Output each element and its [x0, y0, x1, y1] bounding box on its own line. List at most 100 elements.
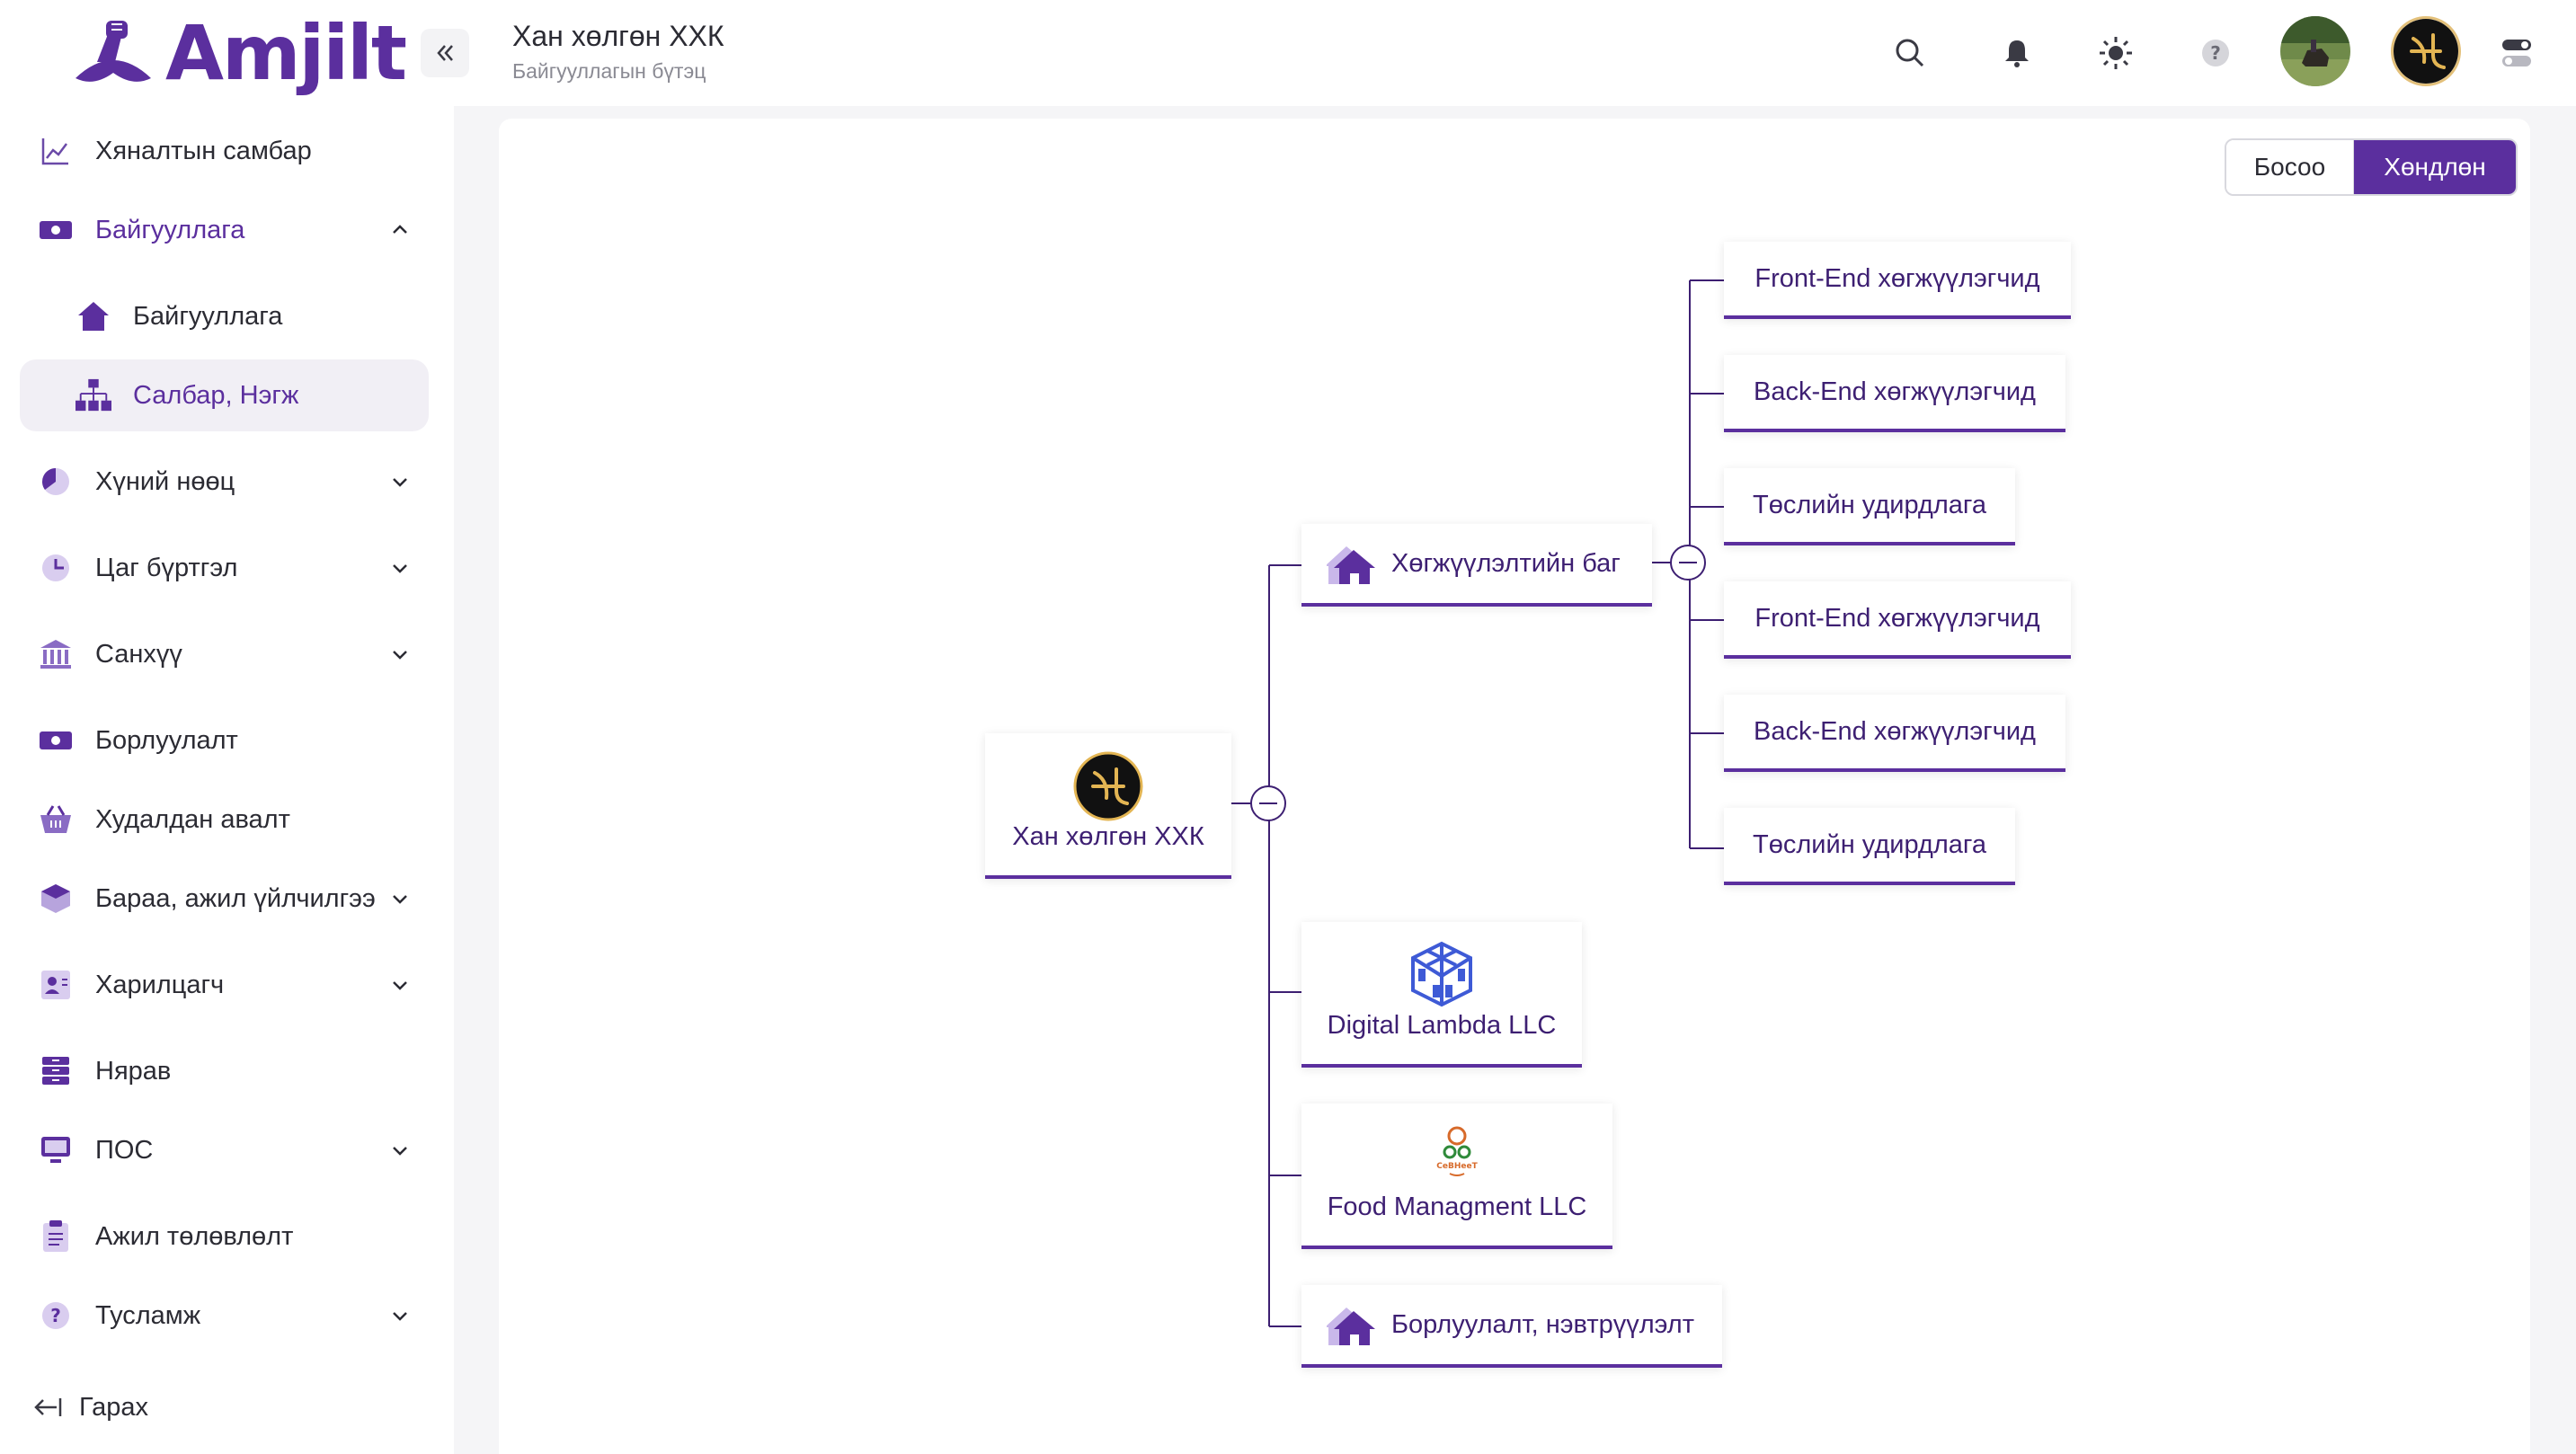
org-node-root[interactable]: Хан хөлгөн ХХК — [985, 733, 1231, 879]
toggle-switch-icon — [2502, 40, 2531, 66]
home-icon — [1327, 1308, 1375, 1345]
sidebar-item-finance[interactable]: Санхүү — [20, 618, 429, 690]
sidebar-item-sales[interactable]: Борлуулалт — [20, 705, 429, 776]
sidebar-item-label: Ажил төлөвлөлт — [95, 1221, 294, 1251]
archive-icon — [38, 1053, 74, 1089]
org-node-label: Борлуулалт, нэвтрүүлэлт — [1391, 1309, 1695, 1339]
sun-icon — [2100, 37, 2132, 69]
collapse-root-button[interactable] — [1250, 785, 1286, 821]
collapse-sidebar-button[interactable] — [421, 29, 469, 77]
chevron-down-icon — [393, 651, 407, 660]
sidebar-item-help[interactable]: ? Тусламж — [20, 1280, 429, 1352]
chart-line-icon — [38, 133, 74, 169]
sidebar-item-label: Борлуулалт — [95, 725, 238, 755]
org-structure-icon — [76, 377, 111, 413]
org-node-label: Төслийн удирдлага — [1753, 490, 1986, 519]
svg-text:?: ? — [2210, 42, 2221, 64]
user-photo-icon — [2280, 16, 2350, 86]
notifications-button[interactable] — [1993, 29, 2041, 77]
home-icon — [1327, 546, 1375, 584]
monitor-icon — [38, 1132, 74, 1168]
chevron-down-icon — [393, 478, 407, 487]
logout-icon — [29, 1389, 65, 1425]
settings-toggle-button[interactable] — [2492, 29, 2541, 77]
sidebar-item-label: Нярав — [95, 1056, 172, 1086]
sidebar-item-purchase[interactable]: Худалдан авалт — [20, 784, 429, 856]
tree-connectors — [1231, 279, 1724, 1327]
sidebar-item-label: Санхүү — [95, 639, 182, 669]
sidebar-item-organization[interactable]: Байгууллага — [20, 194, 429, 266]
sidebar-item-time[interactable]: Цаг бүртгэл — [20, 532, 429, 604]
help-button[interactable]: ? — [2191, 29, 2240, 77]
search-icon — [1896, 39, 1924, 67]
food-logo-text: CeBHeeT — [1436, 1162, 1478, 1171]
sidebar-item-label: ПОС — [95, 1135, 154, 1165]
company-avatar[interactable] — [2391, 16, 2461, 86]
search-button[interactable] — [1886, 29, 1934, 77]
sidebar-item-label: Салбар, Нэгж — [133, 380, 299, 410]
user-avatar[interactable] — [2280, 16, 2350, 86]
org-node-sales[interactable]: Борлуулалт, нэвтрүүлэлт — [1301, 1285, 1722, 1368]
collapse-dev-team-button[interactable] — [1670, 545, 1706, 581]
help-icon: ? — [38, 1298, 74, 1334]
food-logo-icon: CeBHeeT — [1436, 1126, 1479, 1176]
box-icon — [38, 881, 74, 917]
chevron-up-icon — [393, 225, 407, 234]
pie-icon — [38, 464, 74, 500]
clipboard-icon — [38, 1219, 74, 1255]
org-node-label: Төслийн удирдлага — [1753, 829, 1986, 859]
clock-icon — [38, 550, 74, 586]
chevron-down-icon — [393, 564, 407, 573]
sidebar-item-label: Хяналтын самбар — [95, 136, 312, 165]
theme-toggle-button[interactable] — [2092, 29, 2140, 77]
org-node-pm-1[interactable]: Төслийн удирдлага — [1724, 468, 2015, 545]
contact-card-icon — [38, 967, 74, 1003]
sidebar-item-label: Бараа, ажил үйлчилгээ — [95, 883, 376, 913]
sidebar-item-warehouse[interactable]: Нярав — [20, 1035, 429, 1107]
sidebar-item-pos[interactable]: ПОС — [20, 1114, 429, 1186]
sidebar-item-label: Харилцагч — [95, 970, 225, 999]
org-node-backend-1[interactable]: Back-End хөгжүүлэгчид — [1724, 355, 2065, 432]
org-node-frontend-1[interactable]: Front-End хөгжүүлэгчид — [1724, 242, 2071, 319]
chevron-down-icon — [393, 981, 407, 990]
question-icon: ? — [2202, 40, 2229, 66]
sidebar-item-label: Байгууллага — [133, 301, 283, 331]
sidebar-item-products[interactable]: Бараа, ажил үйлчилгээ — [20, 863, 429, 935]
money-icon — [38, 723, 74, 758]
sidebar-item-branches[interactable]: Салбар, Нэгж — [20, 359, 429, 431]
bell-icon — [2005, 40, 2029, 67]
sidebar-item-organization-sub[interactable]: Байгууллага — [20, 280, 429, 352]
chevron-down-icon — [393, 895, 407, 904]
org-node-food-managment[interactable]: CeBHeeT Food Managment LLC — [1301, 1104, 1612, 1249]
chevron-down-icon — [393, 1147, 407, 1156]
sidebar-item-contacts[interactable]: Харилцагч — [20, 949, 429, 1021]
money-icon — [38, 212, 74, 248]
org-node-pm-2[interactable]: Төслийн удирдлага — [1724, 808, 2015, 885]
sidebar-item-dashboard[interactable]: Хяналтын самбар — [20, 115, 429, 187]
sidebar-item-planning[interactable]: Ажил төлөвлөлт — [20, 1201, 429, 1272]
org-node-label: Digital Lambda LLC — [1327, 1011, 1557, 1040]
page-title: Хан хөлгөн ХХК — [512, 20, 724, 52]
chevron-down-icon — [393, 1312, 407, 1321]
org-node-label: Front-End хөгжүүлэгчид — [1754, 263, 2040, 293]
org-node-frontend-2[interactable]: Front-End хөгжүүлэгчид — [1724, 581, 2071, 659]
org-node-label: Back-End хөгжүүлэгчид — [1754, 377, 2036, 406]
company-logo-icon — [1073, 751, 1143, 821]
basket-icon — [38, 802, 74, 838]
org-node-label: Front-End хөгжүүлэгчид — [1754, 603, 2040, 633]
org-node-backend-2[interactable]: Back-End хөгжүүлэгчид — [1724, 695, 2065, 772]
sidebar-item-hr[interactable]: Хүний нөөц — [20, 446, 429, 518]
company-logo-icon — [2394, 19, 2458, 84]
org-node-digital-lambda[interactable]: Digital Lambda LLC — [1301, 922, 1582, 1068]
top-header: Хан хөлгөн ХХК Байгууллагын бүтэц ? — [421, 0, 2576, 106]
org-node-label: Хөгжүүлэлтийн баг — [1391, 548, 1621, 578]
home-icon — [76, 298, 111, 334]
org-node-dev-team[interactable]: Хөгжүүлэлтийн баг — [1301, 524, 1652, 607]
sidebar-item-label: Цаг бүртгэл — [95, 553, 238, 582]
brand-logo[interactable]: Amjilt — [70, 9, 407, 97]
double-chevron-left-icon — [437, 45, 453, 61]
org-node-label: Food Managment LLC — [1327, 1192, 1587, 1221]
page-subtitle: Байгууллагын бүтэц — [512, 59, 706, 83]
logout-button[interactable]: Гарах — [13, 1371, 422, 1443]
brand-name: Amjilt — [165, 9, 407, 97]
